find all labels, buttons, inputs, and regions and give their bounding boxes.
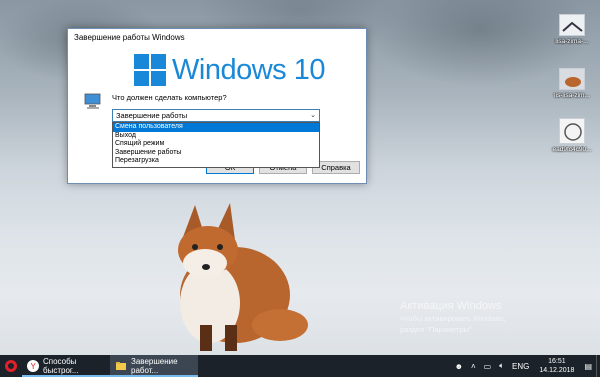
desktop-icon-file-1[interactable]: lisa-zima-... [548,14,596,45]
taskbar-item-label: Завершение работ... [131,357,178,375]
taskbar-item-browser[interactable]: Y Способы быстрог... [22,355,110,377]
option-switch-user[interactable]: Смена пользователя [113,123,319,132]
watermark-line-2: раздел "Параметры" [400,325,472,334]
dialog-title: Завершение работы Windows [68,29,366,47]
option-restart[interactable]: Перезагрузка [113,157,319,166]
action-dropdown-list: Смена пользователя Выход Спящий режим За… [112,122,320,168]
taskbar-item-label: Способы быстрог... [43,357,79,375]
taskbar: Y Способы быстрог... Завершение работ...… [0,355,600,377]
yandex-icon: Y [27,360,39,372]
option-sleep[interactable]: Спящий режим [113,140,319,149]
option-sign-out[interactable]: Выход [113,132,319,141]
image-thumbnail-icon [559,14,585,36]
system-tray: ☻ ˄ ▭ 🔈︎ ENG 16:51 14.12.2018 ▤ [451,355,600,377]
clock[interactable]: 16:51 14.12.2018 [539,357,574,375]
language-indicator[interactable]: ENG [512,362,529,371]
image-thumbnail-icon [559,118,585,144]
windows-flag-icon [134,54,166,86]
clock-time: 16:51 [548,358,566,365]
desktop-icon-file-2[interactable]: lis-lisa-zim... [548,68,596,99]
desktop-icon-file-3[interactable]: ead9fc4c90... [548,118,596,153]
notifications-icon[interactable]: ▤ [584,362,592,371]
network-icon[interactable]: ▭ [484,362,492,371]
image-thumbnail-icon [559,68,585,90]
desktop-icon-label: lis-lisa-zim... [554,92,590,99]
option-shut-down[interactable]: Завершение работы [113,149,319,158]
folder-icon [116,362,126,370]
user-icon[interactable]: ☻ [455,362,463,371]
speaker-icon[interactable]: 🔈︎ [499,361,504,371]
taskbar-item-shutdown[interactable]: Завершение работ... [110,355,198,377]
svg-text:Y: Y [31,362,37,371]
chevron-up-icon[interactable]: ˄ [471,362,476,371]
show-desktop-button[interactable] [596,355,600,377]
desktop-icon-label: ead9fc4c90... [552,146,592,153]
action-select-value: Завершение работы [116,111,188,120]
dialog-question: Что должен сделать компьютер? [112,93,227,102]
clock-date: 14.12.2018 [539,367,575,374]
opera-button[interactable] [0,355,22,377]
opera-icon [5,360,17,372]
fox-image [178,203,308,351]
shutdown-dialog: Завершение работы Windows Windows 10 Что… [67,28,367,184]
activation-watermark: Активация Windows Чтобы активировать Win… [400,300,506,334]
action-select[interactable]: Завершение работы ⌄ [112,109,320,122]
chevron-down-icon: ⌄ [310,112,316,119]
windows-logo: Windows 10 [134,53,325,87]
watermark-line-1: Чтобы активировать Windows, [400,314,506,323]
windows-logo-text: Windows 10 [172,53,325,86]
watermark-title: Активация Windows [400,300,502,312]
computer-icon [84,93,101,109]
desktop-icon-label: lisa-zima-... [555,38,589,45]
